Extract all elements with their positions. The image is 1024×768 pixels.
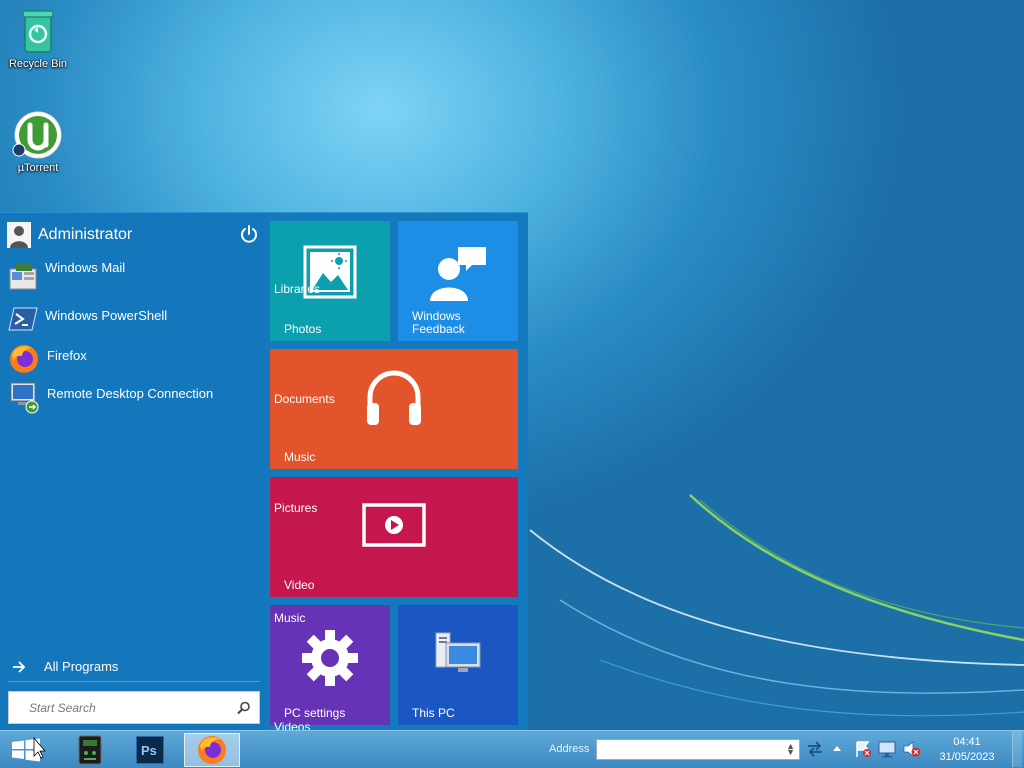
windows-logo-icon — [12, 736, 46, 762]
tile-ghost-label: Pictures — [274, 501, 318, 515]
volume-muted-icon[interactable] — [902, 740, 922, 758]
video-icon — [362, 503, 426, 547]
computer-icon — [435, 632, 481, 672]
tile-windows-feedback[interactable]: Windows Feedback — [398, 221, 518, 341]
utorrent-icon — [12, 111, 62, 159]
user-name: Administrator — [38, 226, 133, 243]
program-windows-mail[interactable]: Windows Mail — [8, 257, 258, 293]
system-clock[interactable]: 04:41 31/05/2023 — [934, 735, 1000, 765]
go-arrows-icon[interactable] — [806, 740, 824, 758]
divider — [8, 681, 260, 682]
user-icon — [7, 222, 31, 248]
clock-time: 04:41 — [953, 736, 981, 748]
address-input[interactable] — [597, 740, 777, 760]
taskbar-app-button[interactable] — [62, 733, 118, 767]
tile-photos[interactable]: Libraries Photos — [270, 221, 390, 341]
photoshop-icon: Ps — [136, 736, 164, 764]
address-label: Address — [549, 743, 590, 755]
tile-video[interactable]: Pictures Video — [270, 477, 518, 597]
gear-icon — [302, 630, 358, 686]
program-windows-powershell[interactable]: Windows PowerShell — [8, 301, 258, 337]
all-programs-link[interactable]: All Programs — [12, 659, 118, 674]
firefox-icon — [10, 345, 38, 373]
tile-label: This PC — [412, 706, 455, 720]
powershell-icon — [8, 307, 38, 331]
arrow-right-icon — [13, 660, 26, 673]
program-firefox[interactable]: Firefox — [8, 341, 258, 377]
desktop-icon-label: Recycle Bin — [8, 58, 68, 70]
address-bar[interactable]: ▲ ▼ — [596, 739, 800, 760]
search-icon — [237, 701, 250, 715]
show-desktop-button[interactable] — [1012, 731, 1022, 767]
tile-ghost-label: Documents — [274, 392, 335, 406]
firefox-icon — [198, 736, 226, 764]
remote-desktop-icon — [10, 382, 39, 414]
program-label: Windows PowerShell — [45, 307, 168, 323]
all-programs-label: All Programs — [44, 659, 119, 674]
desktop-icon-utorrent[interactable]: µTorrent — [0, 110, 76, 174]
recycle-bin-icon — [22, 10, 54, 53]
user-account[interactable]: Administrator — [7, 221, 263, 249]
tile-label-line: Windows — [412, 309, 461, 323]
program-label: Windows Mail — [45, 259, 126, 275]
tile-pc-settings[interactable]: Music PC settings — [270, 605, 390, 725]
clock-date: 31/05/2023 — [939, 751, 995, 763]
taskbar-photoshop-button[interactable]: Ps — [122, 733, 178, 767]
start-menu-left-pane: Administrator Windows Mail Windows Power… — [0, 213, 266, 733]
start-search-box[interactable] — [8, 691, 260, 724]
program-remote-desktop[interactable]: Remote Desktop Connection — [8, 379, 258, 415]
photoshop-text: Ps — [141, 743, 157, 758]
tray-expand-icon[interactable] — [832, 744, 842, 752]
desktop-icon-label: µTorrent — [17, 162, 59, 174]
tile-label: Windows Feedback — [412, 310, 465, 336]
address-dropdown-icon[interactable]: ▲ ▼ — [786, 742, 795, 757]
tile-label: Music — [284, 450, 316, 464]
windows-mail-icon — [9, 263, 37, 290]
taskbar-firefox-button[interactable] — [184, 733, 240, 767]
program-label: Firefox — [47, 347, 87, 363]
start-button[interactable] — [6, 734, 46, 766]
start-search-input[interactable] — [9, 692, 229, 723]
network-icon[interactable] — [877, 740, 897, 758]
feedback-icon — [430, 247, 486, 301]
tile-label-line: Feedback — [412, 322, 465, 336]
taskbar: Ps Address ▲ ▼ 04:41 31/05/2023 — [0, 730, 1024, 768]
desktop-icon-recycle-bin[interactable]: Recycle Bin — [0, 8, 76, 70]
tile-label: Video — [284, 578, 315, 592]
tile-this-pc[interactable]: This PC — [398, 605, 518, 725]
tile-ghost-label: Libraries — [274, 282, 321, 296]
headphones-icon — [367, 370, 421, 425]
start-menu: Administrator Windows Mail Windows Power… — [0, 212, 528, 733]
action-center-icon[interactable] — [854, 740, 872, 758]
tile-music[interactable]: Documents Music — [270, 349, 518, 469]
app-icon — [78, 735, 102, 765]
program-label: Remote Desktop Connection — [47, 385, 214, 401]
tile-label: Photos — [284, 322, 322, 336]
power-icon[interactable] — [239, 224, 259, 244]
tile-ghost-label: Music — [274, 611, 306, 625]
tile-label: PC settings — [284, 706, 346, 720]
